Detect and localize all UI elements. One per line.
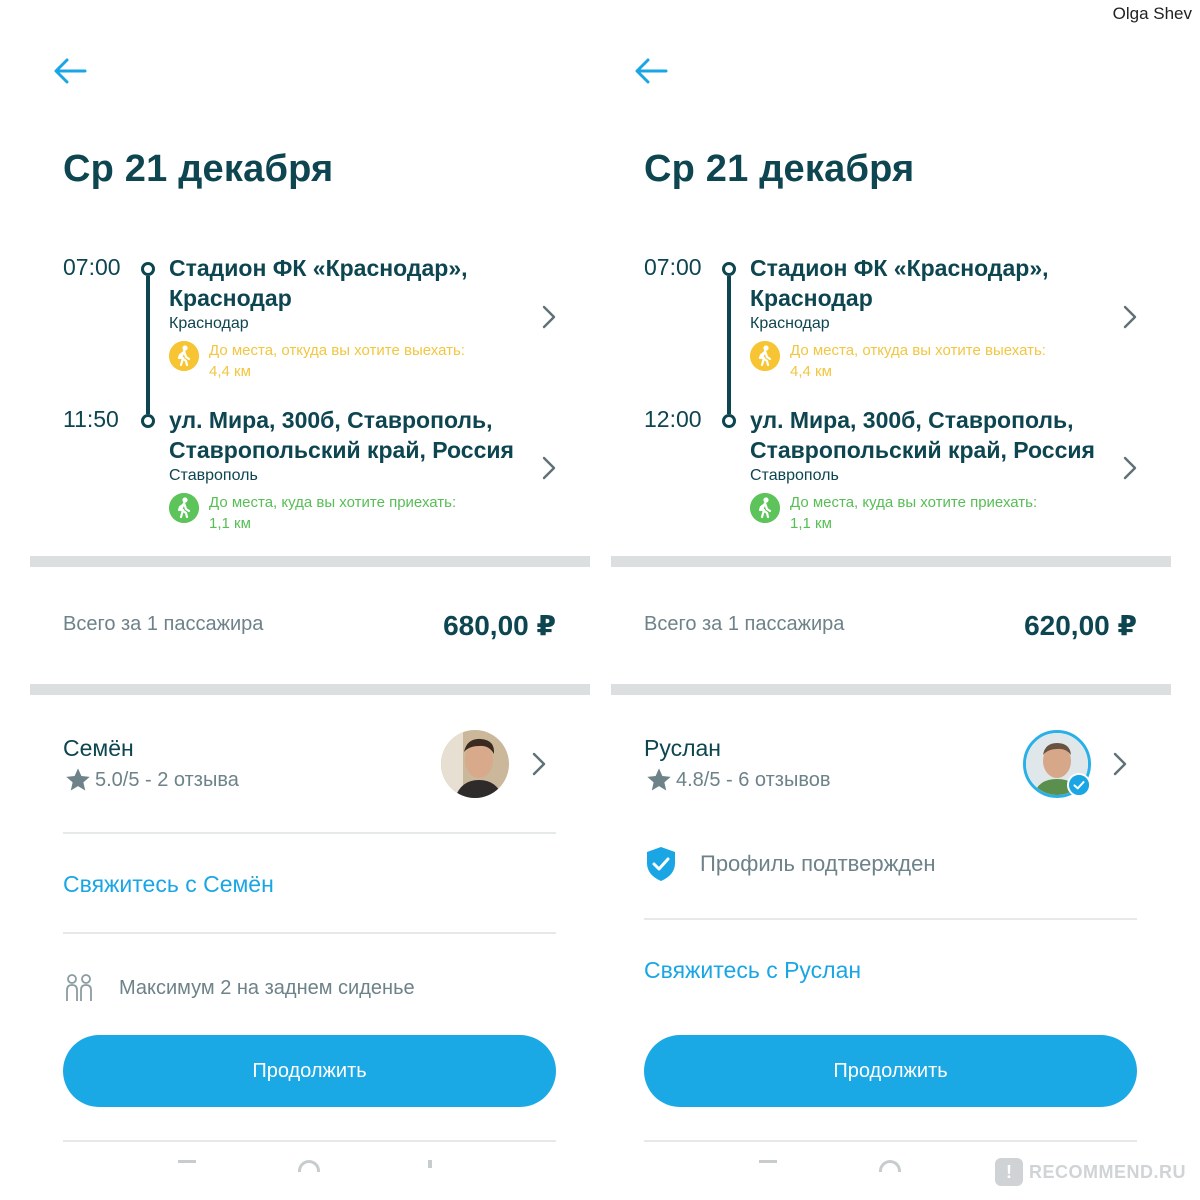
departure-stop[interactable]: Стадион ФК «Краснодар», Краснодар Красно… [169, 253, 549, 382]
star-icon [66, 768, 90, 791]
contact-driver-link[interactable]: Свяжитесь с Руслан [644, 957, 861, 984]
arrival-walk-label: До места, куда вы хотите приехать: [209, 494, 457, 511]
arrival-city: Ставрополь [169, 467, 258, 484]
watermark-logo-icon: ! [995, 1158, 1023, 1186]
nav-plus-icon[interactable] [428, 1160, 432, 1168]
arrival-stop[interactable]: ул. Мира, 300б, Ставрополь, Ставропольск… [750, 405, 1130, 534]
arrival-time: 12:00 [644, 406, 702, 432]
walking-person-icon [750, 493, 780, 523]
arrival-walk-info: До места, куда вы хотите приехать: 1,1 к… [750, 492, 1130, 534]
total-label: Всего за 1 пассажира [644, 613, 845, 635]
chevron-right-icon[interactable] [542, 456, 556, 480]
arrival-stop[interactable]: ул. Мира, 300б, Ставрополь, Ставропольск… [169, 405, 549, 534]
nav-list-icon[interactable] [759, 1160, 777, 1168]
ride-date: Ср 21 декабря [644, 148, 915, 190]
route-line [146, 276, 150, 414]
arrival-title-line1: ул. Мира, 300б, Ставрополь, [750, 407, 1074, 433]
route-end-dot [141, 414, 155, 428]
nav-search-icon[interactable] [879, 1160, 901, 1172]
departure-time: 07:00 [63, 254, 121, 280]
watermark: ! RECOMMEND.RU [995, 1158, 1186, 1186]
section-divider [30, 556, 590, 567]
arrival-title-line1: ул. Мира, 300б, Ставрополь, [169, 407, 493, 433]
seats-text: Максимум 2 на заднем сиденье [119, 976, 415, 999]
total-label: Всего за 1 пассажира [63, 613, 264, 635]
verified-profile-row: Профиль подтвержден [644, 845, 936, 883]
arrival-title-line2: Ставропольский край, Россия [750, 437, 1095, 463]
separator [63, 832, 556, 834]
walking-person-icon [169, 493, 199, 523]
departure-title-line2: Краснодар [750, 285, 873, 311]
departure-title-line1: Стадион ФК «Краснодар», [750, 255, 1049, 281]
nav-search-icon[interactable] [298, 1160, 320, 1172]
section-divider [611, 556, 1171, 567]
arrival-title-line2: Ставропольский край, Россия [169, 437, 514, 463]
driver-avatar[interactable] [441, 730, 509, 798]
departure-walk-distance: 4,4 км [209, 363, 251, 380]
driver-rating: 5.0/5 - 2 отзыва [63, 766, 239, 794]
rating-text: 4.8/5 - 6 отзывов [676, 768, 831, 791]
driver-name[interactable]: Руслан [644, 735, 721, 762]
ride-details-screen-left: Ср 21 декабря 07:00 11:50 Стадион ФК «Кр… [30, 0, 590, 1200]
ride-date: Ср 21 декабря [63, 148, 334, 190]
arrival-walk-info: До места, куда вы хотите приехать: 1,1 к… [169, 492, 549, 534]
chevron-right-icon[interactable] [1113, 752, 1127, 776]
verified-badge-icon [1067, 773, 1091, 797]
separator [644, 918, 1137, 920]
departure-city: Краснодар [750, 315, 830, 332]
nav-list-icon[interactable] [178, 1160, 196, 1168]
contact-driver-link[interactable]: Свяжитесь с Семён [63, 871, 274, 898]
route-start-dot [141, 262, 155, 276]
separator [644, 1140, 1137, 1142]
driver-rating: 4.8/5 - 6 отзывов [644, 766, 830, 794]
rating-text: 5.0/5 - 2 отзыва [95, 768, 239, 791]
chevron-right-icon[interactable] [532, 752, 546, 776]
star-icon [647, 768, 671, 791]
departure-title-line2: Краснодар [169, 285, 292, 311]
departure-walk-distance: 4,4 км [790, 363, 832, 380]
departure-time: 07:00 [644, 254, 702, 280]
back-arrow-icon[interactable] [633, 55, 669, 87]
verified-text: Профиль подтвержден [700, 851, 936, 876]
departure-walk-label: До места, откуда вы хотите выехать: [790, 342, 1046, 359]
seats-info: Максимум 2 на заднем сиденье [63, 973, 415, 1003]
arrival-city: Ставрополь [750, 467, 839, 484]
departure-city: Краснодар [169, 315, 249, 332]
route-end-dot [722, 414, 736, 428]
total-price: 620,00 ₽ [1024, 610, 1137, 641]
chevron-right-icon[interactable] [1123, 305, 1137, 329]
route-line [727, 276, 731, 414]
total-price: 680,00 ₽ [443, 610, 556, 641]
separator [63, 1140, 556, 1142]
chevron-right-icon[interactable] [542, 305, 556, 329]
arrival-walk-distance: 1,1 км [790, 515, 832, 532]
separator [63, 932, 556, 934]
arrival-walk-distance: 1,1 км [209, 515, 251, 532]
continue-button[interactable]: Продолжить [63, 1035, 556, 1107]
back-arrow-icon[interactable] [52, 55, 88, 87]
continue-button[interactable]: Продолжить [644, 1035, 1137, 1107]
arrival-time: 11:50 [63, 406, 119, 432]
driver-name[interactable]: Семён [63, 735, 134, 762]
departure-walk-info: До места, откуда вы хотите выехать: 4,4 … [169, 340, 549, 382]
departure-stop[interactable]: Стадион ФК «Краснодар», Краснодар Красно… [750, 253, 1130, 382]
walking-person-icon [169, 341, 199, 371]
departure-walk-info: До места, откуда вы хотите выехать: 4,4 … [750, 340, 1130, 382]
arrival-walk-label: До места, куда вы хотите приехать: [790, 494, 1038, 511]
ride-details-screen-right: Ср 21 декабря 07:00 12:00 Стадион ФК «Кр… [611, 0, 1171, 1200]
route-start-dot [722, 262, 736, 276]
passengers-icon [66, 974, 92, 1001]
section-divider [611, 684, 1171, 695]
shield-check-icon [647, 847, 675, 881]
departure-title-line1: Стадион ФК «Краснодар», [169, 255, 468, 281]
walking-person-icon [750, 341, 780, 371]
watermark-text: RECOMMEND.RU [1029, 1161, 1186, 1182]
departure-walk-label: До места, откуда вы хотите выехать: [209, 342, 465, 359]
chevron-right-icon[interactable] [1123, 456, 1137, 480]
section-divider [30, 684, 590, 695]
